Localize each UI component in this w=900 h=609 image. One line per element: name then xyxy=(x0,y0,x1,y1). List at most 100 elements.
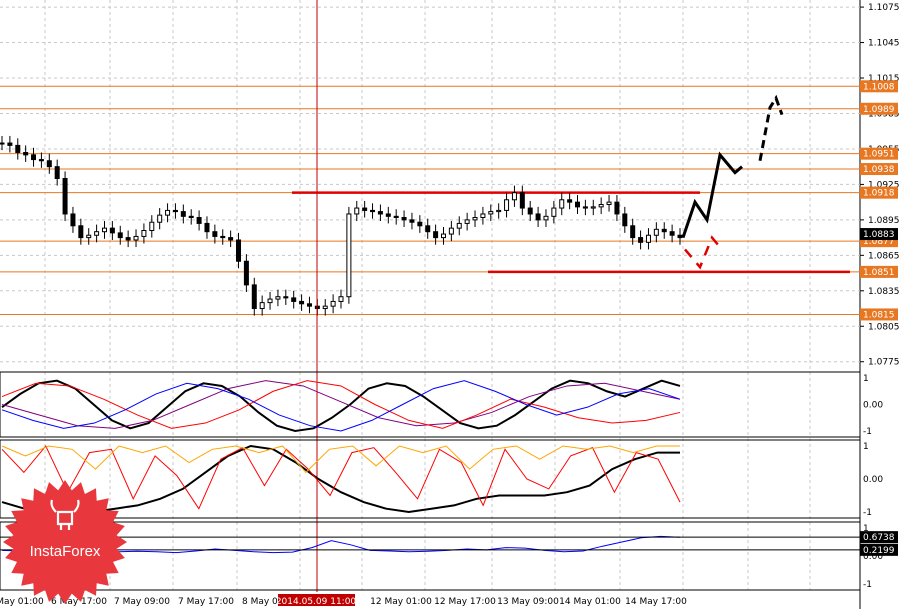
candle-body-44 xyxy=(346,213,352,298)
candle-body-65 xyxy=(511,192,517,201)
level-badge-label-1: 1.0989 xyxy=(863,105,895,115)
candle-body-80 xyxy=(630,225,636,239)
x-tick-label-8: 12 May 17:00 xyxy=(434,597,496,607)
candle-body-47 xyxy=(370,209,376,213)
candle-body-20 xyxy=(157,214,163,223)
candle-body-22 xyxy=(172,209,178,213)
x-tick-label-9: 13 May 09:00 xyxy=(497,597,559,607)
candle-body-1 xyxy=(7,142,13,146)
candle-body-58 xyxy=(456,222,462,229)
candle-body-8 xyxy=(62,177,68,215)
candle-body-11 xyxy=(86,234,92,239)
candle-body-85 xyxy=(669,231,675,236)
sub0-y-tick-2: -1 xyxy=(863,427,872,437)
candle-body-4 xyxy=(31,154,37,161)
candle-body-57 xyxy=(448,227,454,235)
candle-body-16 xyxy=(125,237,131,241)
candle-body-79 xyxy=(622,213,628,227)
candle-body-24 xyxy=(188,215,194,219)
candle-body-52 xyxy=(409,219,415,223)
sub2-y-tick-2: -1 xyxy=(863,580,872,590)
candle-body-78 xyxy=(614,201,620,215)
candle-body-32 xyxy=(251,284,257,310)
current-price-label: 1.0883 xyxy=(863,230,895,240)
candle-body-68 xyxy=(535,213,541,221)
candle-body-71 xyxy=(559,199,565,209)
candle-body-5 xyxy=(38,159,44,162)
candle-body-73 xyxy=(575,201,581,208)
candle-body-9 xyxy=(70,213,76,227)
candle-body-64 xyxy=(504,199,510,211)
candle-body-49 xyxy=(385,213,391,217)
sub0-y-tick-1: 0.00 xyxy=(863,401,883,411)
candle-body-83 xyxy=(653,228,659,236)
x-tick-label-3: 7 May 17:00 xyxy=(178,597,234,607)
crosshair-time-label: 2014.05.09 11:00 xyxy=(276,597,357,607)
logo-badge xyxy=(3,480,127,604)
sub2-badge-label-0: 0.6738 xyxy=(863,533,895,543)
candle-body-30 xyxy=(236,239,242,262)
candle-body-25 xyxy=(196,217,202,224)
candle-body-81 xyxy=(638,237,644,243)
sub1-y-tick-2: -1 xyxy=(863,508,872,518)
candle-body-62 xyxy=(488,211,494,215)
candle-body-13 xyxy=(101,227,107,233)
candle-body-12 xyxy=(94,231,100,236)
candle-body-56 xyxy=(440,233,446,239)
y-tick-label-9: 1.0805 xyxy=(868,322,900,332)
candle-body-0 xyxy=(0,142,5,145)
candle-body-15 xyxy=(117,232,123,239)
candle-body-38 xyxy=(299,300,305,305)
candle-body-82 xyxy=(645,234,651,243)
candle-body-59 xyxy=(464,219,470,224)
x-tick-label-7: 12 May 01:00 xyxy=(370,597,432,607)
candle-body-3 xyxy=(23,151,29,156)
candle-body-60 xyxy=(472,217,478,221)
candle-body-31 xyxy=(243,260,249,286)
candle-body-37 xyxy=(291,297,297,302)
sub2-badge-label-1: 0.2199 xyxy=(863,546,895,556)
candle-body-54 xyxy=(425,225,431,233)
candle-body-69 xyxy=(543,215,549,221)
sub0-y-tick-0: 1 xyxy=(863,374,869,384)
sub1-y-tick-1: 0.00 xyxy=(863,475,883,485)
level-badge-label-2: 1.0951 xyxy=(863,150,895,160)
candle-body-75 xyxy=(590,206,596,209)
y-tick-label-10: 1.0775 xyxy=(868,358,900,368)
candle-body-23 xyxy=(180,211,186,217)
candle-body-41 xyxy=(322,305,328,310)
level-badge-label-3: 1.0938 xyxy=(863,165,895,175)
candle-body-45 xyxy=(354,207,360,215)
candle-body-21 xyxy=(165,209,171,216)
x-tick-label-11: 14 May 17:00 xyxy=(625,597,687,607)
candle-body-86 xyxy=(677,234,683,239)
candle-body-26 xyxy=(204,222,210,233)
y-tick-label-7: 1.0865 xyxy=(868,251,900,261)
candle-body-27 xyxy=(212,231,218,237)
candle-body-36 xyxy=(283,296,289,299)
level-badge-label-7: 1.0815 xyxy=(863,310,895,320)
forex-chart: 1.10751.10451.10151.09851.09551.09251.08… xyxy=(0,0,900,609)
instaforex-logo: InstaForex xyxy=(3,480,127,604)
candle-body-63 xyxy=(496,209,502,213)
candle-body-14 xyxy=(109,227,115,234)
candle-body-43 xyxy=(338,296,344,302)
candle-body-50 xyxy=(393,215,399,219)
y-tick-label-1: 1.1045 xyxy=(868,39,900,49)
y-tick-label-6: 1.0895 xyxy=(868,216,900,226)
candle-body-55 xyxy=(433,231,439,239)
candle-body-34 xyxy=(267,298,273,304)
candle-body-6 xyxy=(46,160,52,168)
candle-body-74 xyxy=(582,206,588,209)
candle-body-19 xyxy=(149,221,155,232)
logo-text: InstaForex xyxy=(30,543,101,560)
candle-body-18 xyxy=(141,230,147,237)
candle-body-28 xyxy=(220,235,226,239)
candle-body-17 xyxy=(133,235,139,241)
x-tick-label-10: 14 May 01:00 xyxy=(559,597,621,607)
sub1-y-tick-0: 1 xyxy=(863,442,869,452)
candle-body-84 xyxy=(661,228,667,233)
y-tick-label-0: 1.1075 xyxy=(868,3,900,13)
candle-body-35 xyxy=(275,296,281,300)
candle-body-51 xyxy=(401,217,407,221)
